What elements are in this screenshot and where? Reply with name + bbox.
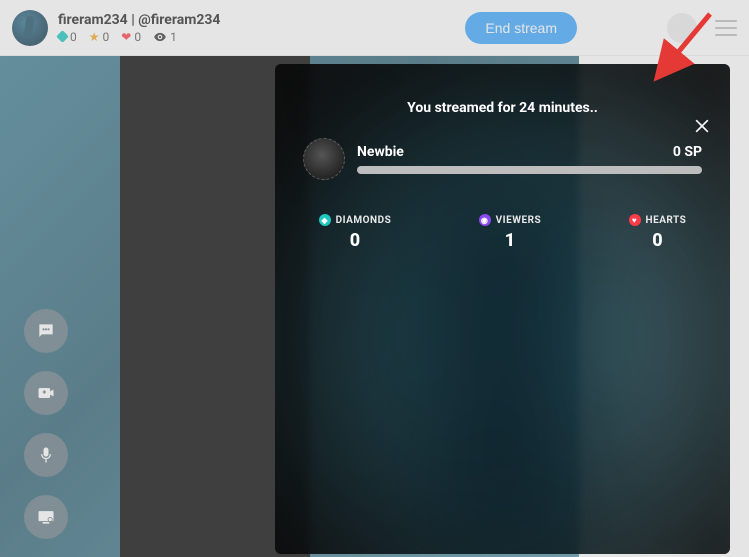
username-line: fireram234 | @fireram234: [58, 12, 220, 28]
summary-stats-row: ◆ DIAMONDS 0 ◉ VIEWERS 1 ♥ HEARTS 0: [275, 214, 730, 251]
stat-stars-value: 0: [103, 30, 110, 44]
level-sp: 0 SP: [673, 144, 702, 160]
stat-views-value: 1: [170, 30, 177, 44]
star-icon: ★: [89, 31, 100, 43]
diamond-dot-icon: ◆: [319, 214, 331, 226]
add-media-icon: [36, 383, 56, 403]
summary-viewers-value: 1: [479, 230, 542, 251]
top-bar: fireram234 | @fireram234 0 ★0 ❤0 1 End s…: [0, 0, 749, 56]
summary-diamonds-value: 0: [319, 230, 392, 251]
eye-icon: [153, 30, 167, 44]
summary-diamonds-label: DIAMONDS: [336, 215, 392, 226]
stat-stars: ★0: [89, 30, 110, 44]
summary-diamonds: ◆ DIAMONDS 0: [319, 214, 392, 251]
microphone-icon: [36, 445, 56, 465]
add-media-button[interactable]: [24, 371, 68, 415]
level-row: Newbie 0 SP: [303, 138, 702, 180]
stat-views: 1: [153, 30, 177, 44]
user-avatar[interactable]: [12, 10, 48, 46]
menu-icon[interactable]: [715, 20, 737, 36]
level-progress-bar: [357, 166, 702, 174]
summary-hearts: ♥ HEARTS 0: [629, 214, 687, 251]
screen-share-icon: [36, 507, 56, 527]
close-icon: [692, 116, 712, 136]
summary-viewers: ◉ VIEWERS 1: [479, 214, 542, 251]
screen-share-button[interactable]: [24, 495, 68, 539]
level-name: Newbie: [357, 144, 404, 160]
microphone-button[interactable]: [24, 433, 68, 477]
left-icon-rail: [24, 309, 68, 539]
stat-hearts: ❤0: [121, 30, 141, 44]
user-block: fireram234 | @fireram234 0 ★0 ❤0 1: [58, 12, 220, 44]
summary-title: You streamed for 24 minutes..: [275, 100, 730, 116]
chat-button[interactable]: [24, 309, 68, 353]
summary-hearts-value: 0: [629, 230, 687, 251]
diamond-icon: [56, 30, 69, 43]
stat-diamonds-value: 0: [70, 30, 77, 44]
chat-icon: [36, 321, 56, 341]
user-stats: 0 ★0 ❤0 1: [58, 30, 220, 44]
level-avatar: [303, 138, 345, 180]
heart-icon: ❤: [121, 31, 131, 43]
stat-diamonds: 0: [58, 30, 77, 44]
close-button[interactable]: [692, 116, 712, 140]
summary-hearts-label: HEARTS: [646, 215, 687, 226]
viewers-dot-icon: ◉: [479, 214, 491, 226]
summary-viewers-label: VIEWERS: [496, 215, 542, 226]
stream-summary-modal: You streamed for 24 minutes.. Newbie 0 S…: [275, 64, 730, 554]
end-stream-button[interactable]: End stream: [465, 12, 577, 44]
stat-hearts-value: 0: [134, 30, 141, 44]
hearts-dot-icon: ♥: [629, 214, 641, 226]
account-avatar[interactable]: [667, 13, 697, 43]
